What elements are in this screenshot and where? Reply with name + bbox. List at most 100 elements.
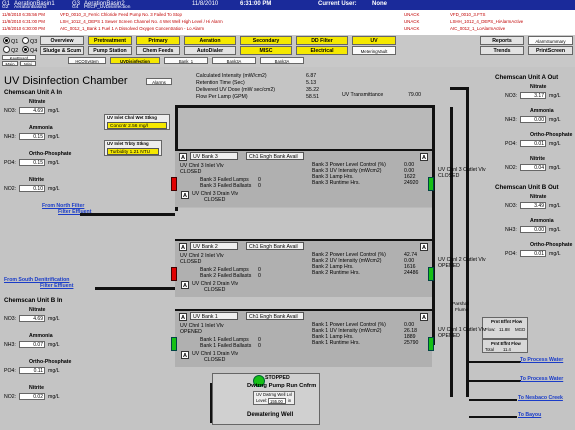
analyte-tag: NO2: [4, 186, 17, 192]
south-filter-effluent-link[interactable]: Filter Effluent [40, 283, 73, 289]
runtime-label: Bank 3 Runtime Hrs. [312, 180, 360, 186]
nav-pretreatment-button[interactable]: Pretreatment [88, 36, 132, 45]
bank-mode-indicator-right[interactable]: A [420, 153, 428, 161]
nav-overview-button[interactable]: Overview [40, 36, 84, 45]
tab-bank-3a[interactable]: Bank3A [212, 57, 256, 64]
alarm-text: AIC_0012_1_Bank 1 Fuel 1 A Dissolved Oxy… [60, 26, 204, 31]
analyte-unit: mg/L [48, 108, 60, 114]
tab-bank-3a-2[interactable]: Bank3A [260, 57, 304, 64]
bank-avail-button[interactable]: Ch1 Engh Bank Avail [246, 152, 304, 160]
analyte-unit: mg/L [549, 93, 561, 99]
keyboard-button[interactable]: KeyBoard [2, 55, 36, 60]
inlet-valve-state: CLOSED [180, 259, 202, 265]
analyte-value: 4.69 [19, 107, 45, 114]
chemscan-a-out-header: Chemscan Unit A Out [495, 74, 559, 81]
mini-button[interactable]: Mini [20, 61, 36, 66]
drain-mode-indicator[interactable]: A [181, 351, 189, 359]
outlet-valve-icon[interactable] [428, 177, 434, 191]
inlet-valve-icon[interactable] [171, 177, 177, 191]
to-bayou-link[interactable]: To Bayou [518, 412, 541, 418]
tab-hco-system[interactable]: HCOSystem [68, 57, 106, 64]
bank-mode-indicator[interactable]: A [179, 313, 187, 321]
analyte-name: Nitrite [530, 156, 545, 162]
reports-button[interactable]: Reports [480, 36, 524, 45]
analyte-name: Ortho-Phosphate [530, 242, 573, 248]
analyte-name: Ammonia [29, 125, 53, 131]
to-process-water-link-1[interactable]: To Process Water [520, 357, 563, 363]
nav-sludge-scum-button[interactable]: Sludge & Scum [40, 46, 84, 55]
uv-dose-value: 35.22 [306, 87, 319, 93]
drain-valve-state: CLOSED [204, 287, 226, 293]
nav-chem-feeds-button[interactable]: Chem Feeds [136, 46, 180, 55]
drain-mode-indicator[interactable]: A [181, 191, 189, 199]
alarm-summary-button[interactable]: AlarmSummary [528, 36, 573, 45]
alarm-state: UNACK [404, 26, 420, 31]
nav-primary-button[interactable]: Primary [136, 36, 180, 45]
nav-electrical-button[interactable]: Electrical [296, 46, 348, 55]
inlet-valve-icon[interactable] [171, 267, 177, 281]
to-nesbaco-creek-link[interactable]: To Nesbaco Creek [518, 395, 563, 401]
radio-q4[interactable]: Q4 [22, 46, 37, 54]
nav-metering-vault-button[interactable]: MeteringVault [352, 46, 396, 55]
radio-q3[interactable]: Q3 [22, 37, 37, 45]
nav-autodialer-button[interactable]: AutoDialer [184, 46, 236, 55]
analyte-value: 0.00 [520, 116, 546, 123]
bank-mode-indicator-right[interactable]: A [420, 313, 428, 321]
radio-q2[interactable]: Q2 [3, 46, 18, 54]
bank-mode-indicator-right[interactable]: A [420, 243, 428, 251]
bank-name-button[interactable]: UV Bank 2 [190, 242, 238, 250]
analyte-tag: NH3: [505, 227, 517, 233]
alarms-button[interactable]: Alarms [146, 78, 172, 85]
analyte-tag: NH3: [4, 134, 16, 140]
pipe-out-4 [469, 416, 517, 418]
tab-bank-1[interactable]: Bank_1 [164, 57, 208, 64]
analyte-tag: NO2: [505, 165, 518, 171]
bank-mode-indicator[interactable]: A [179, 153, 187, 161]
trends-button[interactable]: Trends [480, 46, 524, 55]
inlet-valve-icon[interactable] [171, 337, 177, 351]
nav-pump-station-button[interactable]: Pump Station [88, 46, 132, 55]
tab-uv-disinfection[interactable]: UVDisinfection [110, 57, 160, 64]
bank-mode-indicator[interactable]: A [179, 243, 187, 251]
alarm-banner[interactable]: 11/8/2010 6:35:56 PM VFD_0010_3_Ferric C… [0, 10, 575, 36]
alarm-row[interactable]: 11/8/2010 6:31:00 PM LSH_1012_4_DEPS 1 S… [2, 19, 572, 25]
alarm-row[interactable]: 11/8/2010 6:35:56 PM VFD_0010_3_Ferric C… [2, 12, 572, 18]
analyte-tag: PO4: [505, 141, 517, 147]
bank-name-button[interactable]: UV Bank 3 [190, 152, 238, 160]
transmittance-value: 79.00 [408, 92, 421, 98]
radio-q1[interactable]: Q1 [3, 37, 18, 45]
analyte-unit: mg/L [549, 165, 561, 171]
bank-avail-button[interactable]: Ch1 Engh Bank Avail [246, 242, 304, 250]
alarm-text: LSH_1012_4_DEPS 1 Sewer Screen Channel N… [60, 19, 223, 24]
alarm-row[interactable]: 11/8/2010 6:30:00 PM AIC_0012_1_Bank 1 F… [2, 26, 572, 32]
calc-intensity-label: Calculated Intensity (mW/cm2) [196, 73, 267, 79]
to-process-water-link-2[interactable]: To Process Water [520, 376, 563, 382]
bank-avail-button[interactable]: Ch1 Engh Bank Avail [246, 312, 304, 320]
analyte-value: 0.04 [520, 164, 546, 171]
bank-name-button[interactable]: UV Bank 1 [190, 312, 238, 320]
uv-inlet-turbidity-panel: UV Inlet Trbty Stkng Turbidity 1.21 NTU [104, 140, 162, 156]
nav-misc-button[interactable]: MISC [240, 46, 292, 55]
dewatering-well-panel[interactable]: STOPPED Dwtrng Pump Run Cnfrm UV Dwtrng … [212, 373, 320, 425]
nav-secondary-button[interactable]: Secondary [240, 36, 292, 45]
nav-aeration-button[interactable]: Aeration [184, 36, 236, 45]
alarm-text: VFD_0010_3_Ferric Chloride Feed Pump No.… [60, 12, 182, 17]
main-button[interactable]: Main [2, 61, 18, 66]
analyte-name: Ammonia [530, 108, 554, 114]
failed-ballasts-value: 0 [258, 343, 261, 349]
drain-mode-indicator[interactable]: A [181, 281, 189, 289]
well-level-label: Level: [256, 398, 268, 403]
outlet-valve-icon[interactable] [428, 267, 434, 281]
nav-dd-filter-button[interactable]: DD Filter [296, 36, 348, 45]
failed-ballasts-value: 0 [258, 183, 261, 189]
flow-per-lamp-value: 58.51 [306, 94, 319, 100]
calc-intensity-value: 6.87 [306, 73, 317, 79]
outlet-valve-icon[interactable] [428, 337, 434, 351]
pump-status: STOPPED [265, 375, 290, 381]
analyte-value: 0.15 [19, 159, 45, 166]
nav-uv-button[interactable]: UV [352, 36, 396, 45]
analyte-unit: mg/L [48, 394, 60, 400]
analyte-unit: mg/L [549, 141, 561, 147]
print-screen-button[interactable]: PrintScreen [528, 46, 573, 55]
flow-per-lamp-label: Flow Per Lamp (GPM) [196, 94, 248, 100]
